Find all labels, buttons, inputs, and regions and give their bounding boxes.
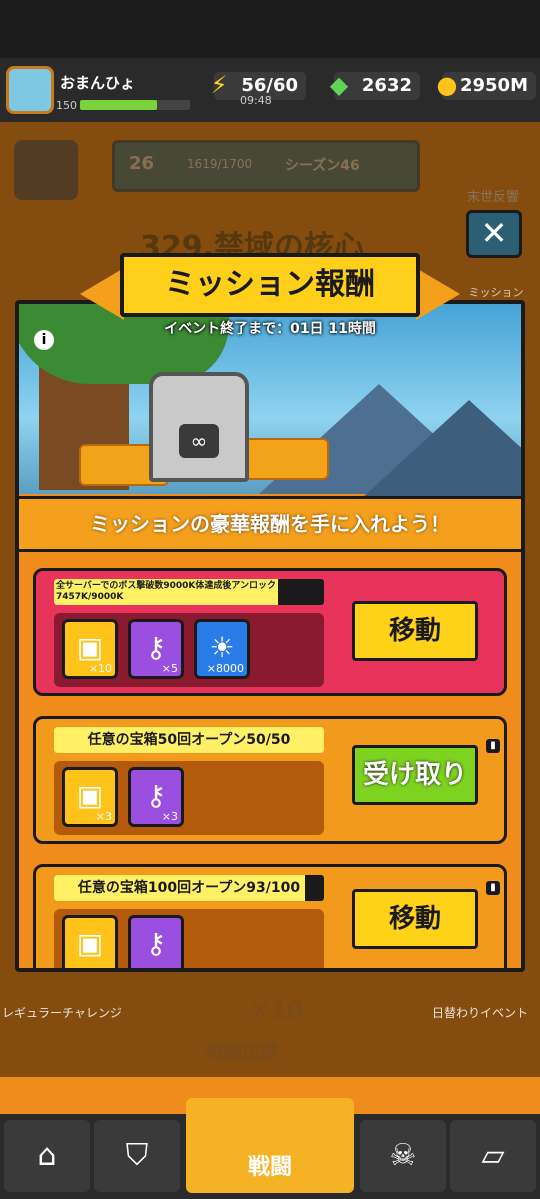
go-button[interactable]: 移動 [352,601,478,661]
nav-battle[interactable]: 戦闘 [186,1098,354,1193]
reward-list: ▣ ×3 ⚷ ×3 [54,761,324,835]
avatar[interactable] [6,66,54,114]
nav-battle-label: 戦闘 [247,1155,292,1180]
mountain-shape [349,400,521,510]
daily-event-label[interactable]: 日替わりイベント [420,1004,540,1021]
go-button[interactable]: 移動 [352,889,478,949]
gold-value: 2950M [459,75,528,96]
equipment-icon[interactable]: ⛉ [94,1120,180,1192]
mission-text: 全サーバーでのボス撃破数9000K体達成後アンロック7457K/9000K [56,581,277,602]
side-tab-mission[interactable]: ミッション [468,260,524,300]
battle-speed-label: 戦闘加速 [206,1042,278,1063]
gold-chest-icon[interactable]: ▣ [62,915,118,968]
side-tab-mission-label: ミッション [468,286,524,299]
lock-icon: ▮ [486,739,500,753]
info-icon[interactable]: i [34,330,54,350]
mission-progress-bar: 任意の宝箱100回オープン93/100 [54,875,324,901]
lion-coin-icon[interactable]: ☀ ×8000 [194,619,250,679]
key-icon[interactable]: ⚷ ×3 [128,767,184,827]
reward-list: ▣ ⚷ [54,909,324,968]
mission-text: 任意の宝箱50回オープン50/50 [87,732,291,748]
gem-counter[interactable]: ◆ 2632 [330,71,420,100]
energy-timer: 09:48 [240,94,272,107]
gold-counter[interactable]: ● 2950M [437,71,536,100]
reward-count: ×5 [161,662,178,675]
lock-icon: ▮ [486,881,500,895]
gold-chest-icon[interactable]: ▣ ×3 [62,767,118,827]
mission-text: 任意の宝箱100回オープン93/100 [77,880,301,896]
status-bar [0,0,540,58]
energy-value: 56/60 [241,75,298,96]
coin-icon: ● [436,71,458,99]
player-name: おまんひょ [60,74,136,92]
gold-chest-icon[interactable]: ▣ ×10 [62,619,118,679]
reward-count: ×8000 [206,662,244,675]
xp-bar [80,100,190,110]
ribbon-wing-left [80,268,124,320]
gem-value: 2632 [361,75,412,96]
energy-cost: ×10 [250,996,304,1024]
reward-count: ×10 [88,662,112,675]
player-level: 150 [56,99,77,112]
modal-title: ミッション報酬 [120,253,420,317]
chest-icon: ∞ [149,372,249,482]
card-icon[interactable]: ▱ [450,1120,536,1192]
reward-count: ×3 [95,810,112,823]
shop-icon[interactable]: ⌂ [4,1120,90,1192]
mission-card: 任意の宝箱50回オープン50/50 ▣ ×3 ⚷ ×3 受け取り ▮ [33,716,507,844]
close-icon[interactable]: ✕ [466,210,522,258]
coin-pile [245,438,329,480]
ribbon-wing-right [416,268,460,320]
key-icon[interactable]: ⚷ [128,915,184,968]
claim-button[interactable]: 受け取り [352,745,478,805]
mission-progress-bar: 全サーバーでのボス撃破数9000K体達成後アンロック7457K/9000K [54,579,324,605]
bottom-panel: レギュラーチャレンジ 日替わりイベント ×10 戦闘加速 [0,972,540,1077]
event-timer: イベント終了まで：01日 11時間 [164,321,376,337]
lightning-icon: ⚡ [210,71,228,99]
gem-icon: ◆ [329,71,349,99]
mission-card: 任意の宝箱100回オープン93/100 ▣ ⚷ 移動 ▮ [33,864,507,968]
reward-list: ▣ ×10 ⚷ ×5 ☀ ×8000 [54,613,324,687]
mission-reward-modal: ∞ ミッションの豪華報酬を手に入れよう！ 全サーバーでのボス撃破数9000K体達… [15,300,525,972]
mission-card: 全サーバーでのボス撃破数9000K体達成後アンロック7457K/9000K ▣ ×… [33,568,507,696]
mission-progress-bar: 任意の宝箱50回オープン50/50 [54,727,324,753]
regular-challenge-label[interactable]: レギュラーチャレンジ [2,1004,122,1021]
key-icon[interactable]: ⚷ ×5 [128,619,184,679]
modal-headline: ミッションの豪華報酬を手に入れよう！ [19,496,521,552]
skull-icon[interactable]: ☠ [360,1120,446,1192]
reward-count: ×3 [161,810,178,823]
chest-logo-icon: ∞ [179,424,219,458]
